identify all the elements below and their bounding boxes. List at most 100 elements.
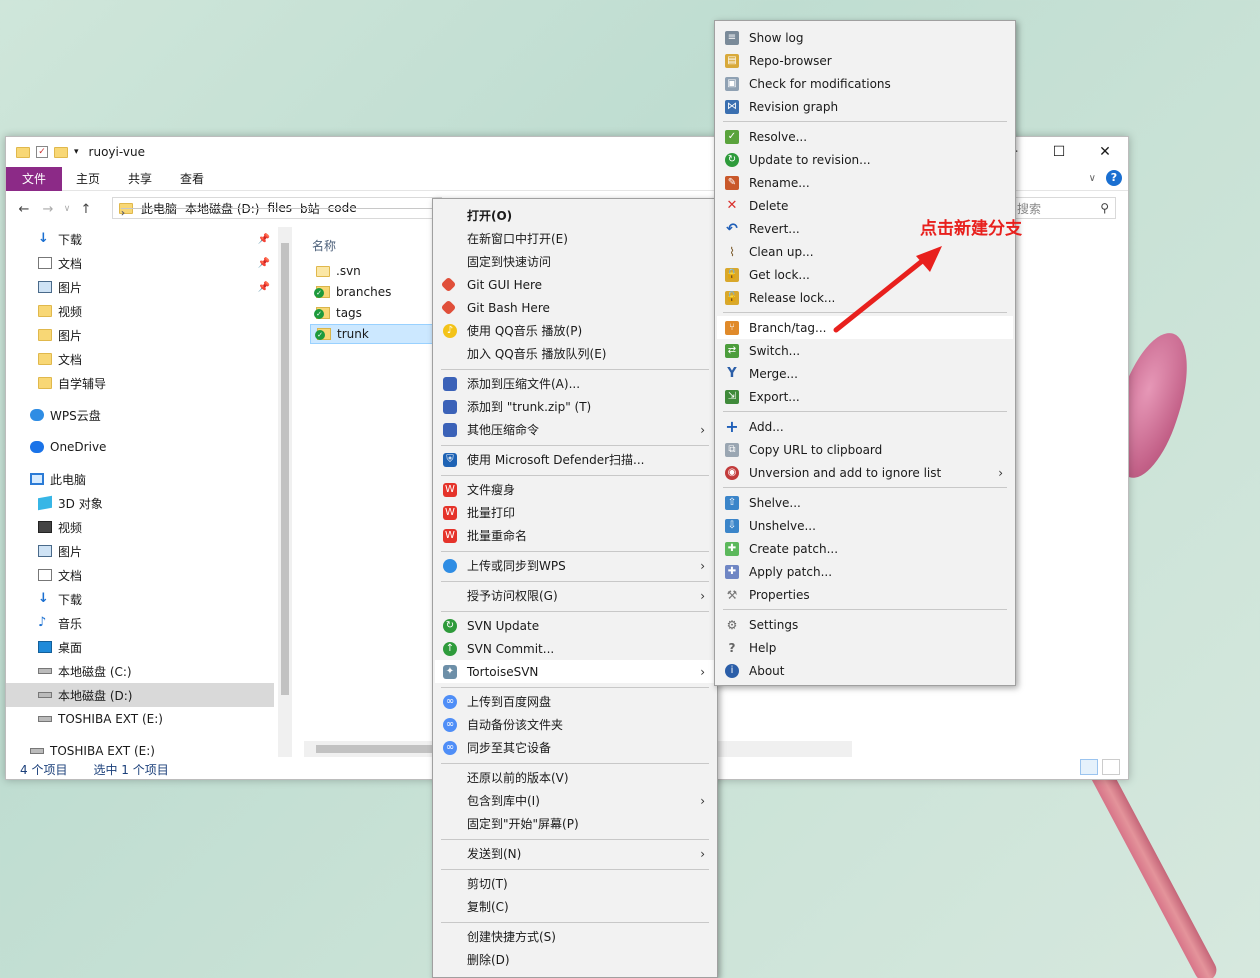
menu-item-batch-print[interactable]: W 批量打印 [435,501,715,524]
sidebar-item-documents-pc[interactable]: 文档 [6,563,274,587]
details-view-button[interactable] [1080,759,1098,775]
menu-item-upload-wps[interactable]: 上传或同步到WPS › [435,554,715,577]
tab-file[interactable]: 文件 [6,166,62,191]
menu-item-add-archive[interactable]: 添加到压缩文件(A)... [435,372,715,395]
menu-item-sync-devices[interactable]: ∞ 同步至其它设备 [435,736,715,759]
pin-icon[interactable]: 📌 [258,282,270,293]
menu-item-include-library[interactable]: 包含到库中(I) › [435,789,715,812]
help-icon[interactable]: ? [1106,170,1122,186]
menu-item-properties[interactable]: ⚒ Properties [717,583,1013,606]
menu-item-qq-music-queue[interactable]: 加入 QQ音乐 播放队列(E) [435,342,715,365]
sidebar-item-desktop[interactable]: 桌面 [6,635,274,659]
maximize-button[interactable]: ☐ [1036,137,1082,167]
file-row[interactable]: tags [310,303,434,323]
menu-item-slim-file[interactable]: W 文件瘦身 [435,478,715,501]
menu-item-baidu-upload[interactable]: ∞ 上传到百度网盘 [435,690,715,713]
menu-item-settings[interactable]: ⚙ Settings [717,613,1013,636]
sidebar-item-downloads[interactable]: ↓ 下载 📌 [6,227,274,251]
sidebar-item-toshiba-e-root[interactable]: TOSHIBA EXT (E:) [6,739,274,763]
menu-item-pin-start[interactable]: 固定到"开始"屏幕(P) [435,812,715,835]
menu-item-send-to[interactable]: 发送到(N) › [435,842,715,865]
sidebar-item-pictures-folder[interactable]: 图片 [6,323,274,347]
menu-item-batch-rename[interactable]: W 批量重命名 [435,524,715,547]
menu-item-restore-versions[interactable]: 还原以前的版本(V) [435,766,715,789]
search-input[interactable]: 搜索 ⚲ [1012,197,1116,219]
menu-item-add[interactable]: + Add... [717,415,1013,438]
horizontal-scroll-thumb[interactable] [316,745,436,753]
properties-icon[interactable]: ✓ [36,146,48,158]
menu-item-svn-update[interactable]: ↻ SVN Update [435,614,715,637]
sidebar-item-drive-d[interactable]: 本地磁盘 (D:) [6,683,274,707]
sidebar-item-drive-c[interactable]: 本地磁盘 (C:) [6,659,274,683]
sidebar-item-3d-objects[interactable]: 3D 对象 [6,491,274,515]
menu-item-pin-quick-access[interactable]: 固定到快速访问 [435,250,715,273]
menu-item-qq-music-play[interactable]: ♪ 使用 QQ音乐 播放(P) [435,319,715,342]
large-icons-view-button[interactable] [1102,759,1120,775]
pin-icon[interactable]: 📌 [258,234,270,245]
menu-item-about[interactable]: i About [717,659,1013,682]
menu-item-delete[interactable]: 删除(D) [435,948,715,971]
chevron-down-icon[interactable]: ▾ [74,147,79,157]
sidebar-item-downloads-pc[interactable]: ↓ 下载 [6,587,274,611]
menu-item-create-patch[interactable]: ✚ Create patch... [717,537,1013,560]
menu-item-export[interactable]: ⇲ Export... [717,385,1013,408]
menu-item-cut[interactable]: 剪切(T) [435,872,715,895]
sidebar-scroll-thumb[interactable] [281,243,289,695]
back-arrow-icon[interactable]: ← [12,202,36,217]
menu-item-create-shortcut[interactable]: 创建快捷方式(S) [435,925,715,948]
menu-item-unshelve[interactable]: ⇩ Unshelve... [717,514,1013,537]
menu-item-other-compress[interactable]: 其他压缩命令 › [435,418,715,441]
menu-item-git-gui[interactable]: Git GUI Here [435,273,715,296]
sidebar-item-this-pc[interactable]: 此电脑 [6,467,274,491]
menu-item-copy[interactable]: 复制(C) [435,895,715,918]
menu-item-check-modifications[interactable]: ▣ Check for modifications [717,72,1013,95]
file-row[interactable]: branches [310,282,434,302]
recent-chevron-icon[interactable]: ∨ [60,204,74,214]
pin-icon[interactable]: 📌 [258,258,270,269]
menu-item-switch[interactable]: ⇄ Switch... [717,339,1013,362]
menu-item-resolve[interactable]: ✓ Resolve... [717,125,1013,148]
menu-item-add-zip[interactable]: 添加到 "trunk.zip" (T) [435,395,715,418]
sidebar-item-onedrive[interactable]: OneDrive [6,435,274,459]
menu-item-defender-scan[interactable]: ⛨ 使用 Microsoft Defender扫描... [435,448,715,471]
breadcrumb[interactable]: › 此电脑 › 本地磁盘 (D:) › files › b站 › code [112,197,442,219]
tab-home[interactable]: 主页 [62,167,114,191]
menu-item-update-to-revision[interactable]: ↻ Update to revision... [717,148,1013,171]
menu-item-grant-access[interactable]: 授予访问权限(G) › [435,584,715,607]
sidebar-item-toshiba-e[interactable]: TOSHIBA EXT (E:) [6,707,274,731]
menu-item-help[interactable]: ? Help [717,636,1013,659]
new-folder-icon[interactable] [54,146,68,158]
file-row-selected[interactable]: trunk [310,324,434,344]
menu-item-open[interactable]: 打开(O) [435,204,715,227]
column-header-name[interactable]: 名称 [312,237,336,254]
sidebar-item-wps-cloud[interactable]: WPS云盘 [6,403,274,427]
up-arrow-icon[interactable]: ↑ [74,202,98,217]
sidebar-item-videos[interactable]: 视频 [6,299,274,323]
sidebar-item-pictures-pc[interactable]: 图片 [6,539,274,563]
menu-item-shelve[interactable]: ⇧ Shelve... [717,491,1013,514]
menu-item-merge[interactable]: Y Merge... [717,362,1013,385]
menu-item-revision-graph[interactable]: ⋈ Revision graph [717,95,1013,118]
menu-item-unversion-ignore[interactable]: ◉ Unversion and add to ignore list › [717,461,1013,484]
menu-item-svn-commit[interactable]: ↑ SVN Commit... [435,637,715,660]
menu-item-repo-browser[interactable]: ▤ Repo-browser [717,49,1013,72]
menu-item-open-new-window[interactable]: 在新窗口中打开(E) [435,227,715,250]
sidebar-item-self-study[interactable]: 自学辅导 [6,371,274,395]
menu-item-tortoisesvn[interactable]: ✦ TortoiseSVN › [435,660,715,683]
forward-arrow-icon[interactable]: → [36,202,60,217]
menu-item-git-bash[interactable]: Git Bash Here [435,296,715,319]
menu-item-apply-patch[interactable]: ✚ Apply patch... [717,560,1013,583]
sidebar-item-documents[interactable]: 文档 📌 [6,251,274,275]
sidebar-item-videos-pc[interactable]: 视频 [6,515,274,539]
file-row[interactable]: .svn [310,261,434,281]
tab-share[interactable]: 共享 [114,167,166,191]
expand-ribbon-icon[interactable]: ∨ [1089,173,1096,184]
menu-item-auto-backup[interactable]: ∞ 自动备份该文件夹 [435,713,715,736]
sidebar-item-music[interactable]: ♪ 音乐 [6,611,274,635]
sidebar-item-pictures[interactable]: 图片 📌 [6,275,274,299]
sidebar-item-documents-folder[interactable]: 文档 [6,347,274,371]
menu-item-copy-url[interactable]: ⧉ Copy URL to clipboard [717,438,1013,461]
menu-item-show-log[interactable]: ≡ Show log [717,26,1013,49]
menu-item-rename[interactable]: ✎ Rename... [717,171,1013,194]
tab-view[interactable]: 查看 [166,167,218,191]
